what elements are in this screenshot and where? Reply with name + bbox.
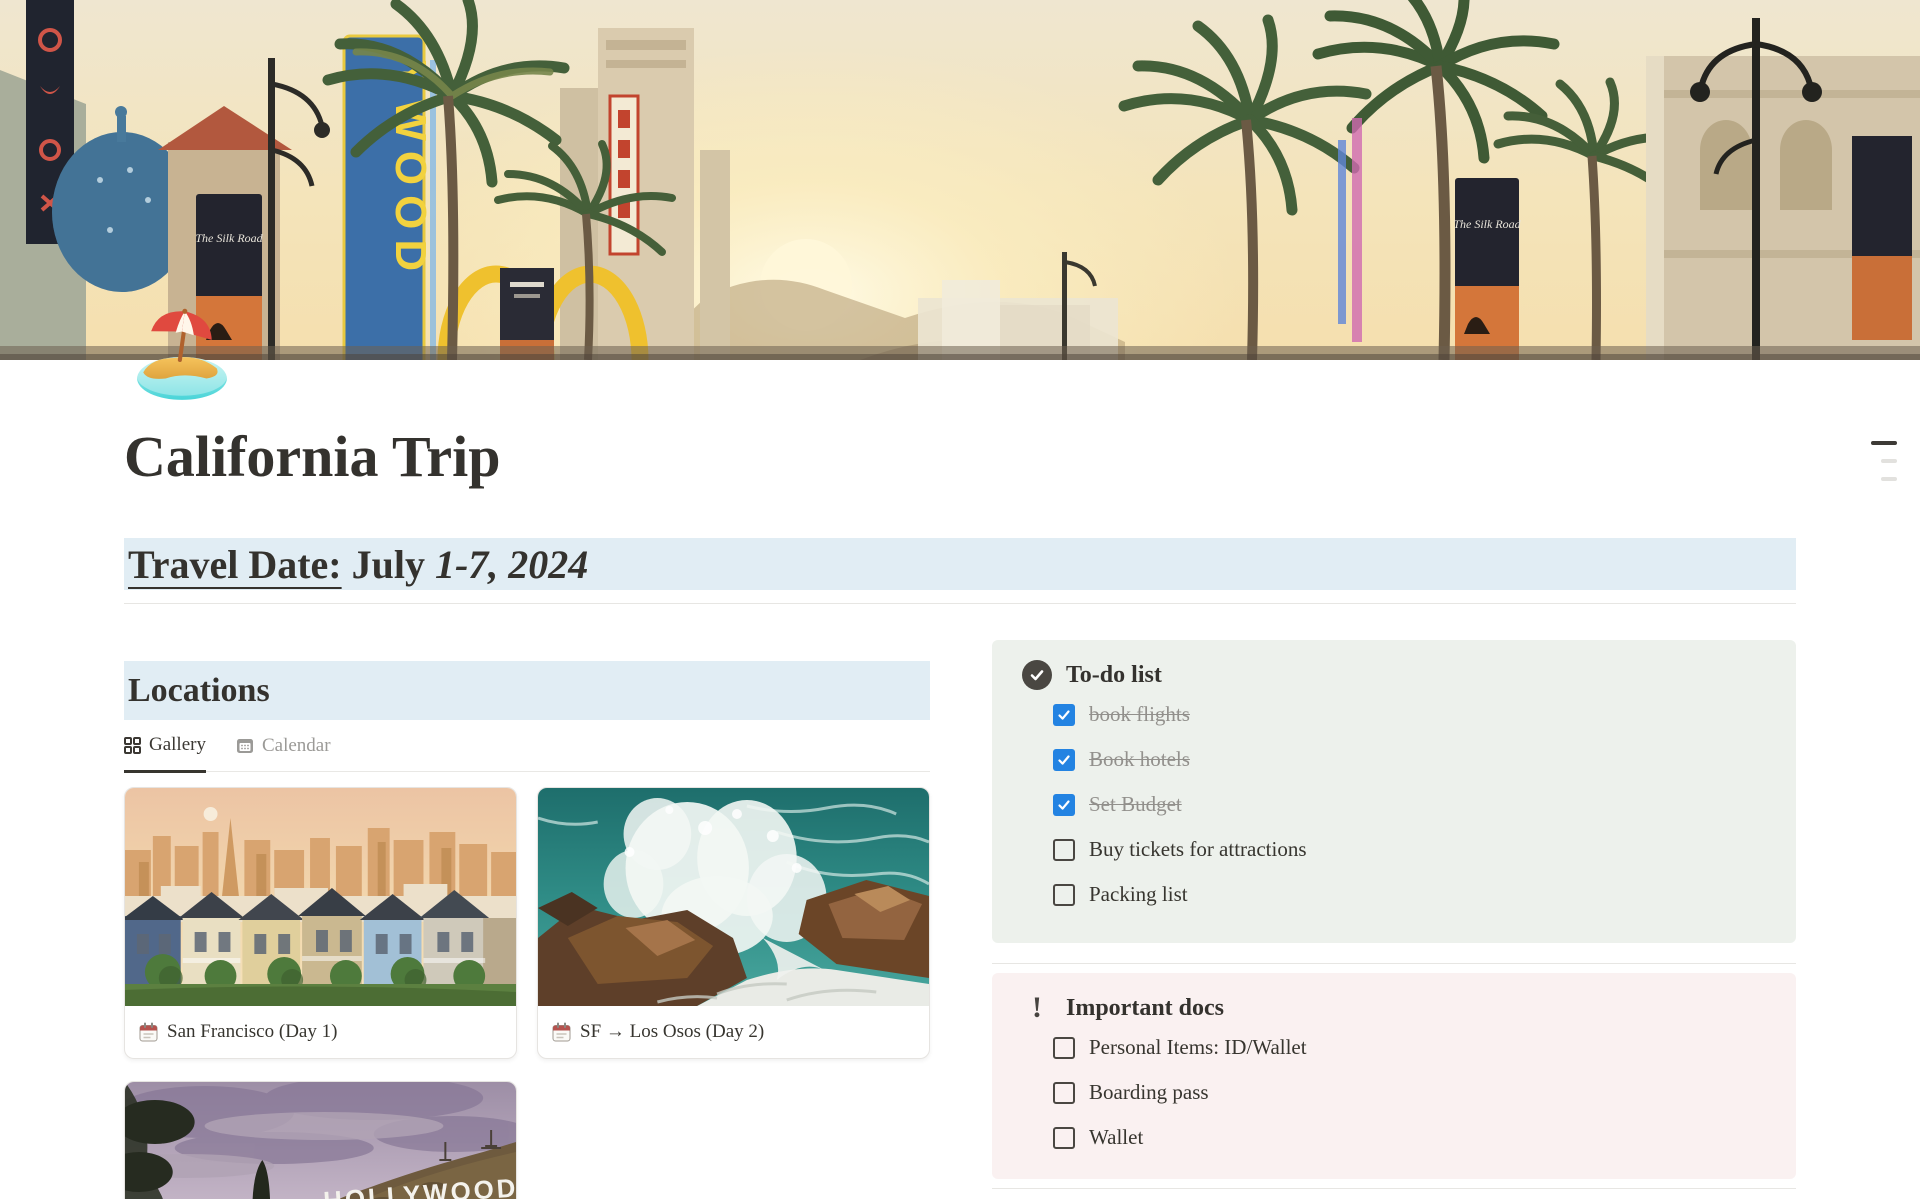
left-column: Locations Gallery xyxy=(124,604,930,1199)
todo-item-label: Buy tickets for attractions xyxy=(1089,837,1307,862)
gallery-card-san-francisco[interactable]: San Francisco (Day 1) xyxy=(124,787,517,1059)
page-icon[interactable] xyxy=(131,305,233,407)
checkbox-unchecked[interactable] xyxy=(1053,884,1075,906)
docs-item-label: Wallet xyxy=(1089,1125,1143,1150)
cover-vertical-sign-text: YWOOD xyxy=(386,60,435,281)
checkbox-unchecked[interactable] xyxy=(1053,1037,1075,1059)
silk-road-banner-text: The Silk Road xyxy=(195,231,263,245)
important-docs-callout: ! Important docs Personal Items: ID/Wall… xyxy=(992,973,1796,1179)
right-column: To-do list book flights Book hotels xyxy=(992,604,1796,1189)
spiral-calendar-icon xyxy=(552,1022,571,1042)
checkbox-checked[interactable] xyxy=(1053,794,1075,816)
hollywood-sign-photo: HOLLYWOOD xyxy=(125,1082,516,1199)
hollywood-blvd-sunset-photo: The Silk Road YWOOD xyxy=(0,0,1920,360)
todo-item[interactable]: Packing list xyxy=(1053,872,1766,917)
beach-umbrella-emoji xyxy=(131,305,233,407)
toc-line[interactable] xyxy=(1881,459,1897,463)
locations-heading[interactable]: Locations xyxy=(124,661,930,720)
toc-line-active[interactable] xyxy=(1871,441,1897,445)
checkbox-unchecked[interactable] xyxy=(1053,839,1075,861)
tab-calendar-label: Calendar xyxy=(262,735,331,757)
table-of-contents-indicator[interactable] xyxy=(1871,441,1897,481)
card-caption: SF → Los Osos (Day 2) xyxy=(538,1006,929,1058)
gallery-card-hollywood[interactable]: HOLLYWOOD xyxy=(124,1081,517,1199)
tab-gallery-label: Gallery xyxy=(149,734,206,756)
docs-item[interactable]: Boarding pass xyxy=(1053,1070,1766,1115)
checkbox-checked[interactable] xyxy=(1053,749,1075,771)
checkbox-checked[interactable] xyxy=(1053,704,1075,726)
travel-date-range: 1-7, 2024 xyxy=(435,541,588,588)
checkbox-unchecked[interactable] xyxy=(1053,1082,1075,1104)
tab-gallery[interactable]: Gallery xyxy=(124,734,206,773)
gallery-grid-icon xyxy=(124,737,141,754)
divider xyxy=(992,963,1796,964)
docs-item-label: Boarding pass xyxy=(1089,1080,1209,1105)
calendar-icon xyxy=(236,737,254,754)
todo-item[interactable]: Book hotels xyxy=(1053,737,1766,782)
page-title[interactable]: California Trip xyxy=(124,423,1796,491)
travel-date-heading[interactable]: Travel Date: July 1-7, 2024 xyxy=(124,538,1796,590)
card-caption: San Francisco (Day 1) xyxy=(125,1006,516,1058)
check-circle-icon[interactable] xyxy=(1022,660,1052,690)
locations-heading-text: Locations xyxy=(128,672,270,710)
docs-item-label: Personal Items: ID/Wallet xyxy=(1089,1035,1307,1060)
spiral-calendar-icon xyxy=(139,1022,158,1042)
todo-item-label: Book hotels xyxy=(1089,747,1190,772)
tab-calendar[interactable]: Calendar xyxy=(236,734,331,771)
todo-item[interactable]: Set Budget xyxy=(1053,782,1766,827)
docs-item[interactable]: Personal Items: ID/Wallet xyxy=(1053,1025,1766,1070)
travel-date-label: Travel Date: xyxy=(128,541,342,588)
todo-item-label: book flights xyxy=(1089,702,1190,727)
docs-heading[interactable]: Important docs xyxy=(1066,995,1224,1022)
gallery-card-sf-los-osos[interactable]: SF → Los Osos (Day 2) xyxy=(537,787,930,1059)
divider xyxy=(992,1188,1796,1189)
view-tabs: Gallery Calendar xyxy=(124,720,930,772)
card-title: SF → Los Osos (Day 2) xyxy=(580,1021,764,1043)
todo-item-label: Set Budget xyxy=(1089,792,1182,817)
travel-date-month: July xyxy=(342,541,435,588)
cover-image: The Silk Road YWOOD xyxy=(0,0,1920,360)
todo-heading[interactable]: To-do list xyxy=(1066,662,1162,689)
docs-item[interactable]: Wallet xyxy=(1053,1115,1766,1160)
todo-item[interactable]: book flights xyxy=(1053,692,1766,737)
card-title: San Francisco (Day 1) xyxy=(167,1021,337,1043)
page-content: California Trip Travel Date: July 1-7, 2… xyxy=(0,423,1920,1199)
todo-item-label: Packing list xyxy=(1089,882,1188,907)
silk-road-banner-text-right: The Silk Road xyxy=(1453,217,1521,231)
ocean-waves-photo xyxy=(538,788,929,1006)
todo-callout: To-do list book flights Book hotels xyxy=(992,640,1796,943)
san-francisco-photo xyxy=(125,788,516,1006)
todo-item[interactable]: Buy tickets for attractions xyxy=(1053,827,1766,872)
exclamation-icon[interactable]: ! xyxy=(1022,993,1052,1023)
toc-line[interactable] xyxy=(1881,477,1897,481)
checkbox-unchecked[interactable] xyxy=(1053,1127,1075,1149)
